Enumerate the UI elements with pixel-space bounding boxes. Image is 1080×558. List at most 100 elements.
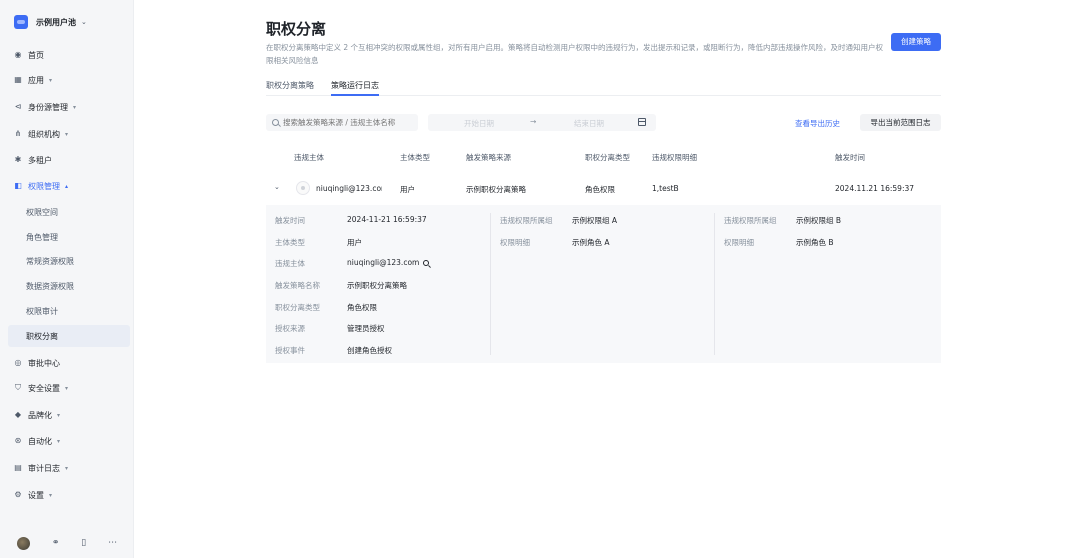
sidebar-item-label: 安全设置 [28, 383, 60, 393]
chevron-down-icon[interactable]: ⌄ [274, 183, 280, 191]
detail-label: 授权来源 [275, 324, 305, 333]
avatar[interactable] [16, 536, 30, 550]
sidebar-item-label: 组织机构 [28, 129, 60, 139]
sidebar-item-identity-sources[interactable]: ⊲ 身份源管理 ▾ [8, 96, 130, 118]
detail-label: 触发策略名称 [275, 281, 320, 290]
column-header: 职权分离类型 [585, 153, 630, 162]
brand-icon: ◆ [14, 410, 22, 419]
detail-label: 权限明细 [724, 238, 754, 247]
gear-icon: ⚙ [14, 490, 22, 499]
chevron-down-icon: ▾ [49, 491, 53, 499]
policy-name-link[interactable]: 示例职权分离策略 [347, 280, 407, 291]
detail-value: 2024-11-21 16:59:37 [347, 215, 427, 224]
chevron-down-icon: ▾ [65, 384, 69, 392]
detail-label: 权限明细 [500, 238, 530, 247]
sidebar-item-label: 审计日志 [28, 463, 60, 473]
detail-label: 违规主体 [275, 259, 305, 268]
date-range-picker[interactable]: 开始日期 → 结束日期 [428, 114, 656, 131]
column-header: 违规权限明细 [652, 153, 697, 162]
start-date-input[interactable]: 开始日期 [464, 118, 494, 129]
cell-detail: 1,testB [652, 184, 679, 193]
end-date-input[interactable]: 结束日期 [574, 118, 604, 129]
detail-value: 示例权限组 A [572, 216, 618, 225]
sidebar-item-organization[interactable]: ⋔ 组织机构 ▾ [8, 123, 130, 145]
column-header: 触发时间 [835, 153, 865, 162]
cell-subject-type: 用户 [400, 185, 415, 194]
brand-logo [14, 15, 28, 29]
chevron-down-icon: ⌄ [81, 18, 87, 26]
detail-value: 管理员授权 [347, 324, 385, 333]
row-detail-panel: 触发时间 2024-11-21 16:59:37 主体类型 用户 违规主体 ni… [266, 205, 941, 363]
sidebar-item-settings[interactable]: ⚙ 设置 ▾ [8, 484, 130, 506]
date-separator-arrow: → [530, 117, 537, 126]
create-policy-button[interactable]: 创建策略 [891, 33, 941, 51]
user-pool-switcher[interactable]: 示例用户池 ⌄ [14, 13, 87, 31]
tab-policy-logs[interactable]: 策略运行日志 [331, 80, 379, 96]
sidebar-item-permission-space[interactable]: 权限空间 [8, 201, 130, 223]
calendar-icon[interactable] [638, 118, 646, 126]
automation-icon: ⊛ [14, 436, 22, 445]
sidebar-item-automation[interactable]: ⊛ 自动化 ▾ [8, 430, 130, 452]
chevron-down-icon: ▾ [57, 411, 61, 419]
search-icon[interactable] [423, 260, 430, 266]
subject-link-text[interactable]: niuqingli@123.com [347, 258, 419, 267]
sidebar-footer: ⚭ ▯ ⋯ [0, 528, 134, 558]
sidebar-item-resource-permissions[interactable]: 常规资源权限 [8, 250, 130, 272]
sidebar-item-data-permissions[interactable]: 数据资源权限 [8, 275, 130, 297]
export-history-link[interactable]: 查看导出历史 [795, 118, 840, 129]
cell-policy-source-link[interactable]: 示例职权分离策略 [466, 184, 526, 195]
tab-sod-policies[interactable]: 职权分离策略 [266, 80, 314, 96]
export-logs-button[interactable]: 导出当前范围日志 [860, 114, 941, 131]
sidebar-item-audit-log[interactable]: ▤ 审计日志 ▾ [8, 457, 130, 479]
chevron-down-icon: ▾ [65, 464, 69, 472]
cell-subject: niuqingli@123.com [316, 184, 382, 193]
sidebar-item-permissions[interactable]: ◧ 权限管理 ▴ [8, 175, 130, 197]
sidebar-item-roles[interactable]: 角色管理 [8, 226, 130, 248]
sidebar-item-label: 权限审计 [26, 306, 58, 316]
column-header: 触发策略来源 [466, 153, 511, 162]
column-header: 主体类型 [400, 153, 430, 162]
sidebar-item-home[interactable]: ◉ 首页 [8, 44, 130, 66]
subject-link[interactable]: niuqingli@123.com [347, 258, 430, 267]
detail-value: 示例角色 A [572, 238, 610, 247]
sidebar-item-sod[interactable]: 职权分离 [8, 325, 130, 347]
sidebar-item-branding[interactable]: ◆ 品牌化 ▾ [8, 404, 130, 426]
chevron-down-icon: ▾ [49, 76, 53, 84]
sidebar-item-label: 设置 [28, 490, 44, 500]
tab-bar: 职权分离策略 策略运行日志 [266, 76, 941, 96]
cell-sod-type: 角色权限 [585, 185, 615, 194]
sidebar-item-apps[interactable]: ▦ 应用 ▾ [8, 69, 130, 91]
sidebar-item-label: 权限管理 [28, 181, 60, 191]
sidebar-item-label: 应用 [28, 75, 44, 85]
chevron-down-icon: ▾ [65, 130, 69, 138]
detail-label: 违规权限所属组 [724, 216, 777, 225]
table-row[interactable]: ⌄ niuqingli@123.com 用户 示例职权分离策略 角色权限 1,t… [266, 172, 941, 205]
sidebar-item-security[interactable]: ⛉ 安全设置 ▾ [8, 377, 130, 399]
sidebar-item-label: 多租户 [28, 155, 52, 165]
search-box[interactable] [266, 114, 418, 131]
tenant-icon: ✱ [14, 155, 22, 164]
chevron-down-icon: ▾ [57, 437, 61, 445]
sidebar-item-label: 常规资源权限 [26, 256, 74, 266]
more-icon[interactable]: ⋯ [108, 538, 117, 548]
link-icon[interactable]: ⚭ [52, 538, 60, 548]
divider [490, 213, 491, 355]
sidebar-item-permission-audit[interactable]: 权限审计 [8, 300, 130, 322]
permission-icon: ◧ [14, 181, 22, 190]
sidebar-item-tenants[interactable]: ✱ 多租户 [8, 149, 130, 171]
book-icon[interactable]: ▯ [81, 538, 86, 548]
share-icon: ⊲ [14, 102, 22, 111]
search-input[interactable] [283, 118, 413, 127]
sidebar-item-label: 身份源管理 [28, 102, 68, 112]
detail-value: 示例权限组 B [796, 216, 842, 225]
divider [714, 213, 715, 355]
column-header: 违规主体 [294, 153, 324, 162]
detail-value: 示例角色 B [796, 238, 834, 247]
shield-icon: ⛉ [15, 383, 21, 392]
audit-log-icon: ▤ [14, 463, 22, 472]
sidebar-item-label: 权限空间 [26, 207, 58, 217]
sidebar-item-approvals[interactable]: ◎ 审批中心 [8, 352, 130, 374]
cell-time: 2024.11.21 16:59:37 [835, 184, 915, 193]
detail-value: 创建角色授权 [347, 346, 392, 355]
grid-icon: ▦ [14, 75, 22, 84]
